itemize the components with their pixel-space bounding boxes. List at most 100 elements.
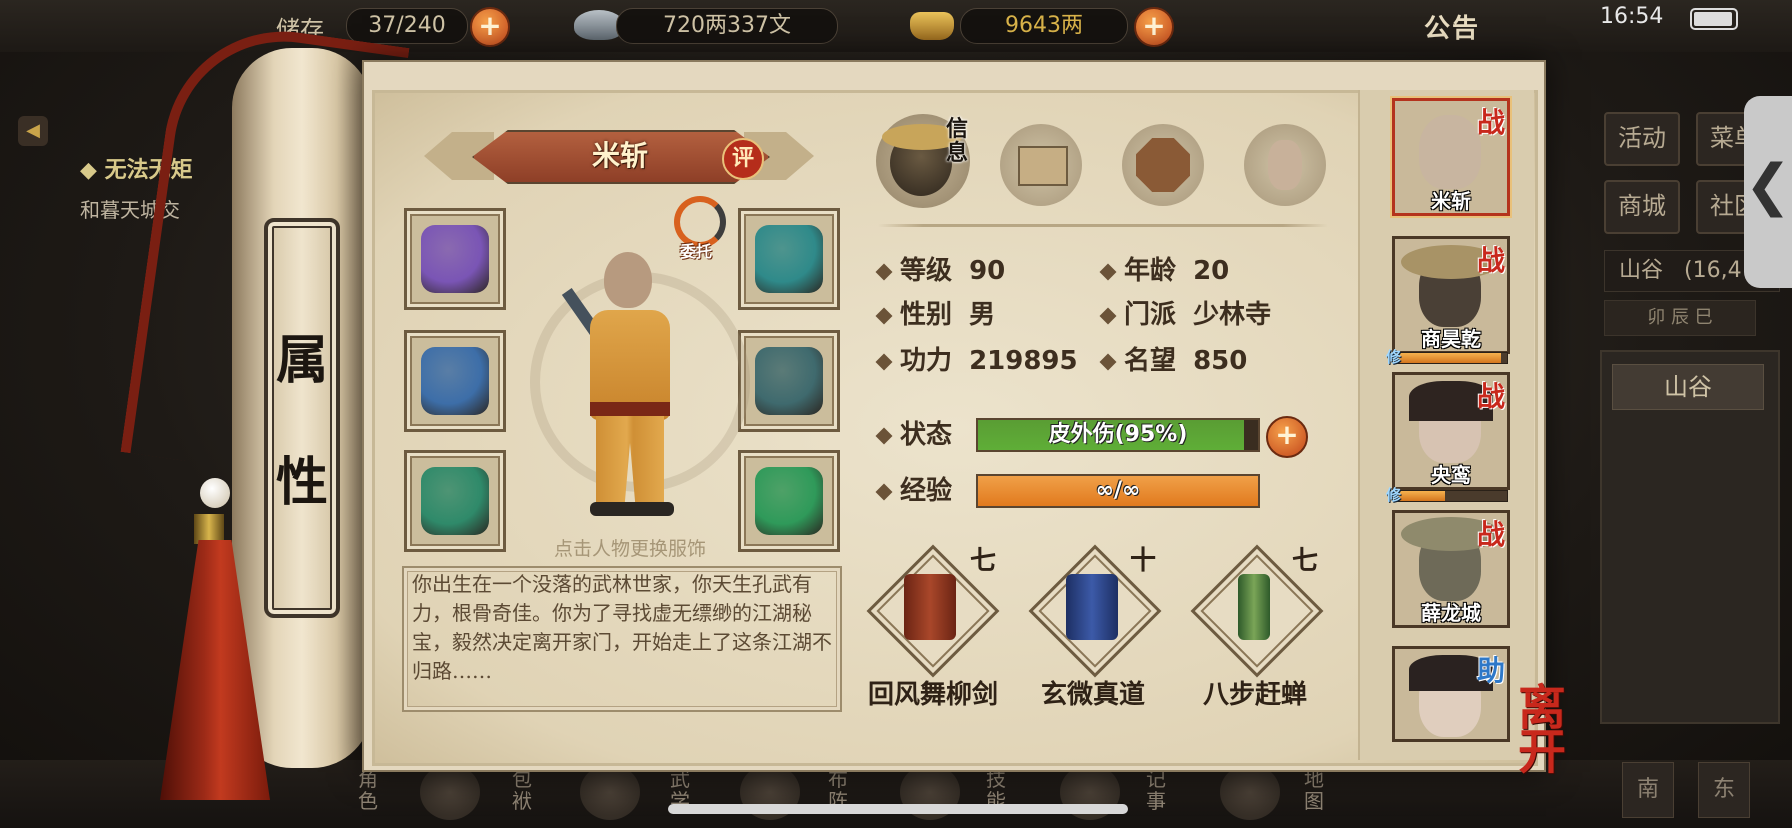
bagua-icon <box>1136 138 1190 192</box>
figure-feet <box>590 502 674 516</box>
stat-fame-value: 850 <box>1193 346 1248 376</box>
figure-belt <box>590 402 670 416</box>
armor-icon <box>755 347 823 415</box>
gloves-icon <box>421 225 489 293</box>
roster-card-4[interactable]: 战 薛龙城 <box>1392 510 1510 628</box>
expand-bag-button[interactable]: + <box>470 7 510 47</box>
gold-ingot-icon <box>910 12 954 40</box>
nav-bag[interactable]: 包袱 <box>512 768 540 812</box>
tab-info-label: 信息 <box>945 117 968 166</box>
east-button[interactable]: 东 <box>1698 762 1750 818</box>
blue-book-icon <box>1066 574 1118 640</box>
cultivate-tag: 修 <box>1386 348 1402 366</box>
stat-fame-label: 名望 <box>1124 346 1177 376</box>
equip-slot-ring[interactable] <box>404 450 506 552</box>
diamond-icon <box>1099 263 1117 280</box>
roster-card-2[interactable]: 战 商昊乾 <box>1392 236 1510 354</box>
exp-bar-text: ∞/∞ <box>1095 478 1141 503</box>
stat-gender-label: 性别 <box>900 300 953 330</box>
helmet-icon <box>755 225 823 293</box>
diamond-icon <box>875 483 893 500</box>
stat-level-label: 等级 <box>900 256 953 286</box>
collapse-left-arrow-icon[interactable]: ◀ <box>18 116 48 146</box>
status-bar-text: 皮外伤(95%) <box>1048 422 1188 447</box>
nav-map[interactable]: 地图 <box>1304 768 1332 812</box>
nav-bag-icon[interactable] <box>420 764 480 820</box>
stat-age-label: 年龄 <box>1124 256 1177 286</box>
equip-slot-amulet[interactable] <box>738 450 840 552</box>
side-drawer-handle[interactable]: ❮ <box>1744 96 1792 288</box>
attributes-tab-char-1: 属 <box>275 330 328 391</box>
stat-gender-value: 男 <box>969 300 996 330</box>
sword-icon <box>421 347 489 415</box>
stat-sect-label: 门派 <box>1124 300 1177 330</box>
activity-button[interactable]: 活动 <box>1604 112 1680 166</box>
home-indicator[interactable] <box>668 804 1128 814</box>
battle-badge: 战 <box>1476 244 1505 277</box>
south-button[interactable]: 南 <box>1622 762 1674 818</box>
figure-head <box>604 252 652 308</box>
change-outfit-hint: 点击人物更换服饰 <box>553 538 706 560</box>
header-divider <box>878 224 1328 227</box>
stat-power-value: 219895 <box>969 346 1078 376</box>
battle-badge: 战 <box>1476 380 1505 413</box>
roster-card-1[interactable]: 战 米斩 <box>1392 98 1510 216</box>
notice-button[interactable]: 公告 <box>1424 8 1480 45</box>
stat-sect: 门派 少林寺 <box>1099 298 1271 332</box>
nav-character[interactable]: 角色 <box>358 768 386 812</box>
skill-2-name: 玄微真道 <box>1040 680 1145 710</box>
roster-2-xp-bar <box>1394 352 1508 364</box>
system-clock: 16:54 <box>1600 4 1664 29</box>
stat-power-label: 功力 <box>900 346 953 376</box>
silver-amount: 720两337文 <box>616 8 838 44</box>
tab-bagua[interactable] <box>1122 124 1204 206</box>
attributes-tab[interactable] <box>264 218 340 618</box>
add-gold-button[interactable]: + <box>1134 7 1174 47</box>
cultivate-tag: 修 <box>1386 486 1402 504</box>
roster-3-xp-bar <box>1394 490 1508 502</box>
equip-slot-armor[interactable] <box>738 330 840 432</box>
amulet-icon <box>755 467 823 535</box>
battle-badge: 战 <box>1476 106 1505 139</box>
equip-slot-weapon[interactable] <box>404 330 506 432</box>
quest-diamond-icon: ◆ <box>80 158 105 183</box>
tab-muscle[interactable] <box>1244 124 1326 206</box>
chevron-left-icon: ❮ <box>1744 153 1792 218</box>
stat-level-value: 90 <box>969 256 1006 286</box>
rate-button[interactable]: 评 <box>722 138 764 180</box>
assist-badge: 助 <box>1476 654 1505 687</box>
battle-badge: 战 <box>1476 518 1505 551</box>
bag-capacity: 37/240 <box>346 8 468 44</box>
stat-age: 年龄 20 <box>1099 254 1229 288</box>
character-figure[interactable] <box>530 252 750 522</box>
diamond-icon <box>875 427 893 444</box>
roster-card-5[interactable]: 助 <box>1392 646 1510 742</box>
location-coords: (16,4 <box>1684 258 1742 283</box>
stat-gender: 性别 男 <box>875 298 996 332</box>
stat-exp: 经验 <box>875 474 952 508</box>
shop-button[interactable]: 商城 <box>1604 180 1680 234</box>
nav-martial-icon[interactable] <box>580 764 640 820</box>
time-of-day-bar: 卯 辰 巳 <box>1604 300 1756 336</box>
equip-slot-gloves[interactable] <box>404 208 506 310</box>
stat-level: 等级 90 <box>875 254 1006 288</box>
stat-fame: 名望 850 <box>1099 344 1248 378</box>
equip-slot-helmet[interactable] <box>738 208 840 310</box>
roster-name: 米斩 <box>1431 189 1471 213</box>
heal-button[interactable]: + <box>1266 416 1308 458</box>
tab-scroll[interactable] <box>1000 124 1082 206</box>
stat-status: 状态 <box>875 418 952 452</box>
portrait-avatar <box>1419 115 1481 189</box>
muscle-icon <box>1268 140 1302 190</box>
skill-2-level: 十 <box>1130 546 1157 576</box>
nav-journal[interactable]: 记事 <box>1146 768 1174 812</box>
location-travel-button[interactable]: 山谷 <box>1612 364 1764 410</box>
xp-fill <box>1395 353 1502 363</box>
leave-button[interactable]: 离开 <box>1518 684 1598 786</box>
nav-map-icon[interactable] <box>1220 764 1280 820</box>
roster-card-3[interactable]: 战 央鸾 <box>1392 372 1510 490</box>
status-bar: 皮外伤(95%) <box>976 418 1260 452</box>
diamond-icon <box>875 263 893 280</box>
roster-name: 商昊乾 <box>1421 327 1481 351</box>
diamond-icon <box>1099 353 1117 370</box>
